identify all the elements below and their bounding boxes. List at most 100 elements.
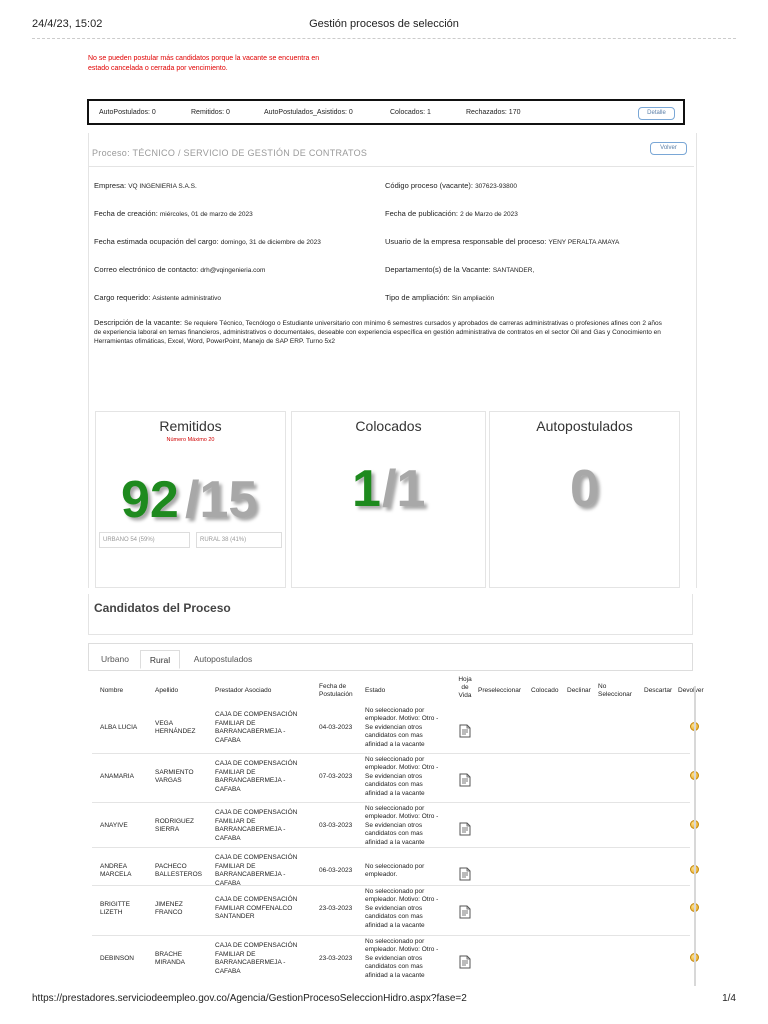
candidate-apellido: BRACHE MIRANDA (155, 950, 185, 967)
candidate-fecha: 23-03-2023 (319, 905, 353, 912)
candidate-fecha: 06-03-2023 (319, 867, 353, 874)
row-divider (92, 885, 690, 886)
col-preseleccionar: Preseleccionar (478, 687, 521, 694)
col-declinar: Declinar (567, 687, 591, 694)
candidate-apellido: PACHECO BALLESTEROS (155, 862, 202, 879)
candidate-nombre: BRIGITTE LIZETH (100, 900, 130, 917)
col-fecha-postulacion: Fecha de Postulación (319, 683, 353, 698)
volver-button[interactable]: Volver (650, 142, 687, 155)
candidate-nombre: ANDREA MARCELA (100, 862, 132, 879)
tab-urbano[interactable]: Urbano (92, 650, 138, 669)
col-apellido: Apellido (155, 687, 179, 694)
resume-document-icon[interactable] (459, 822, 471, 836)
candidate-estado: No seleccionado por empleador. Motivo: Ot… (365, 937, 439, 979)
remitidos-card-title: Remitidos (159, 418, 222, 434)
candidate-estado: No seleccionado por empleador. (365, 862, 425, 879)
tab-rural[interactable]: Rural (140, 650, 180, 669)
candidate-apellido: RODRIGUEZ SIERRA (155, 817, 194, 834)
col-nombre: Nombre (100, 687, 124, 694)
field-correo-contacto: Correo electrónico de contacto: drh@vqin… (94, 265, 266, 274)
stat-rechazados: Rechazados: 170 (466, 109, 521, 116)
field-departamento: Departamento(s) de la Vacante: SANTANDER… (385, 265, 535, 274)
candidate-nombre: ANAYIVE (100, 821, 128, 829)
row-divider (92, 935, 690, 936)
page-number: 1/4 (722, 993, 736, 1004)
col-prestador: Prestador Asociado (215, 687, 272, 694)
remitidos-max-note: Número Máximo 20 (166, 437, 215, 443)
resume-document-icon[interactable] (459, 724, 471, 738)
field-usuario-responsable: Usuario de la empresa responsable del pr… (385, 237, 620, 246)
candidates-title: Candidatos del Proceso (94, 601, 231, 615)
candidate-apellido: VEGA HERNÁNDEZ (155, 719, 196, 736)
field-fecha-creacion: Fecha de creación: miércoles, 01 de marz… (94, 209, 253, 218)
candidate-estado: No seleccionado por empleador. Motivo: Ot… (365, 887, 439, 929)
candidate-prestador: CAJA DE COMPENSACIÓN FAMILIAR DE BARRANCAB… (215, 711, 298, 744)
col-colocado: Colocado (531, 687, 559, 694)
candidate-prestador: CAJA DE COMPENSACIÓN FAMILIAR DE BARRANCAB… (215, 809, 298, 842)
candidate-prestador: CAJA DE COMPENSACIÓN FAMILIAR DE BARRANCAB… (215, 760, 298, 793)
print-title: Gestión procesos de selección (309, 18, 459, 30)
warning-line-1: No se pueden postular más candidatos por… (88, 55, 320, 62)
stat-asistidos: AutoPostulados_Asistidos: 0 (264, 109, 353, 116)
candidate-apellido: SARMIENTO VARGAS (155, 768, 194, 785)
colocados-card-title: Colocados (355, 418, 422, 434)
print-footer: https://prestadores.serviciodeempleo.gov… (32, 993, 736, 1004)
candidate-nombre: ALBA LUCIA (100, 723, 138, 731)
candidate-estado: No seleccionado por empleador. Motivo: Ot… (365, 804, 439, 846)
field-cargo-requerido: Cargo requerido: Asistente administrativ… (94, 293, 222, 302)
candidate-estado: No seleccionado por empleador. Motivo: Ot… (365, 755, 439, 797)
remitidos-card: Remitidos Número Máximo 20 92 /15 URBANO… (95, 411, 286, 588)
autopostulados-card: Autopostulados 0 (489, 411, 680, 588)
process-title: Proceso: TÉCNICO / SERVICIO DE GESTIÓN D… (92, 148, 368, 158)
remitidos-max: /15 (185, 471, 258, 529)
colocados-count: 1 (352, 460, 381, 518)
detalle-button[interactable]: Detalle (638, 107, 675, 120)
vacancy-description: Descripción de la vacante: Se requiere T… (94, 318, 662, 345)
closed-vacancy-warning: No se pueden postular más candidatos por… (88, 54, 368, 74)
field-codigo-proceso: Código proceso (vacante): 307623-93800 (385, 181, 517, 190)
candidate-fecha: 04-03-2023 (319, 724, 353, 731)
autopostulados-count: 0 (570, 460, 599, 518)
stat-colocados: Colocados: 1 (390, 109, 431, 116)
remitidos-count: 92 (121, 471, 179, 529)
candidate-prestador: CAJA DE COMPENSACIÓN FAMILIAR DE BARRANCAB… (215, 854, 298, 887)
candidate-fecha: 07-03-2023 (319, 773, 353, 780)
colocados-card: Colocados 1 /1 (291, 411, 486, 588)
warning-line-2: estado cancelada o cerrada por vencimien… (88, 65, 228, 72)
print-header: 24/4/23, 15:02 Gestión procesos de selec… (0, 18, 768, 38)
row-divider (92, 847, 690, 848)
candidate-fecha: 03-03-2023 (319, 822, 353, 829)
stat-autopostulados: AutoPostulados: 0 (99, 109, 156, 116)
candidate-estado: No seleccionado por empleador. Motivo: Ot… (365, 706, 439, 748)
resume-document-icon[interactable] (459, 955, 471, 969)
resume-document-icon[interactable] (459, 867, 471, 881)
col-descartar: Descartar (644, 687, 673, 694)
candidate-apellido: JIMENEZ FRANCO (155, 900, 183, 917)
autopostulados-card-title: Autopostulados (536, 418, 633, 434)
col-estado: Estado (365, 687, 386, 694)
col-hoja-de-vida: Hoja de Vida (458, 676, 472, 699)
candidate-nombre: ANAMARIA (100, 772, 134, 780)
col-devolver: Devolver (678, 687, 704, 694)
candidate-fecha: 23-03-2023 (319, 955, 353, 962)
urbano-chip: URBANO 54 (59%) (99, 532, 190, 548)
scrollbar-track[interactable] (694, 686, 696, 986)
field-fecha-ocupacion: Fecha estimada ocupación del cargo: domi… (94, 237, 321, 246)
stat-remitidos: Remitidos: 0 (191, 109, 230, 116)
resume-document-icon[interactable] (459, 773, 471, 787)
page-url: https://prestadores.serviciodeempleo.gov… (32, 993, 467, 1004)
row-divider (92, 802, 690, 803)
candidate-prestador: CAJA DE COMPENSACIÓN FAMILIAR COMFENALCO S… (215, 896, 298, 921)
header-divider (32, 38, 736, 39)
field-tipo-ampliacion: Tipo de ampliación: Sin ampliación (385, 293, 495, 302)
candidate-prestador: CAJA DE COMPENSACIÓN FAMILIAR DE BARRANCAB… (215, 942, 298, 975)
field-empresa: Empresa: VQ INGENIERIA S.A.S. (94, 181, 197, 190)
tab-autopostulados[interactable]: Autopostulados (182, 650, 264, 669)
row-divider (92, 753, 690, 754)
rural-chip: RURAL 38 (41%) (196, 532, 282, 548)
summary-stats-bar: AutoPostulados: 0 Remitidos: 0 AutoPostu… (87, 99, 685, 125)
resume-document-icon[interactable] (459, 905, 471, 919)
col-no-seleccionar: No Seleccionar (598, 683, 632, 698)
field-fecha-publicacion: Fecha de publicación: 2 de Marzo de 2023 (385, 209, 518, 218)
colocados-max: /1 (382, 460, 426, 518)
